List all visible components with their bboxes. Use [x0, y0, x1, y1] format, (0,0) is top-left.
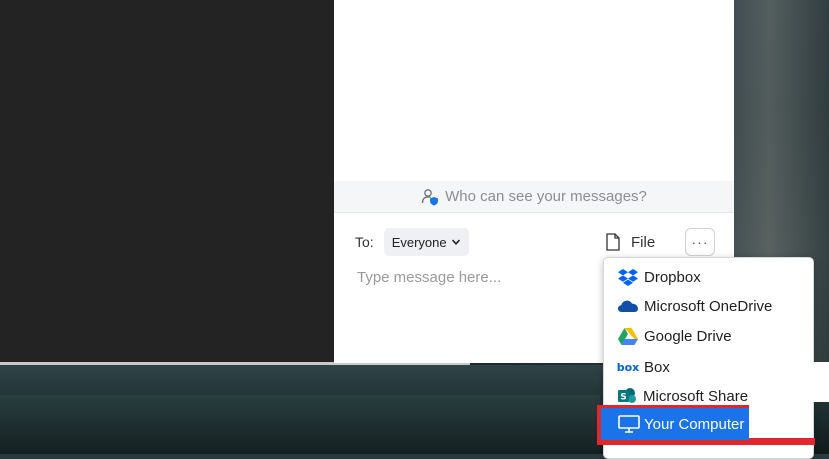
svg-text:S: S [620, 393, 626, 403]
user-shield-icon [421, 188, 439, 205]
more-options-button[interactable]: ··· [685, 228, 715, 256]
menu-item-your-computer[interactable]: Your Computer [601, 408, 749, 440]
menu-item-label: Microsoft Share [643, 387, 749, 405]
more-options-icon: ··· [691, 234, 709, 250]
menu-item-dropbox[interactable]: Dropbox [604, 263, 813, 291]
google-drive-icon [618, 327, 638, 345]
computer-icon [618, 415, 640, 433]
video-area [0, 0, 334, 362]
dropbox-icon [618, 268, 638, 286]
menu-item-google-drive[interactable]: Google Drive [604, 322, 813, 350]
menu-item-label: Your Computer [644, 415, 745, 433]
landscape-forest [0, 395, 600, 454]
to-label: To: [355, 234, 374, 250]
privacy-notice[interactable]: Who can see your messages? [334, 181, 734, 213]
file-icon [606, 233, 620, 251]
menu-item-label: Google Drive [644, 327, 732, 345]
menu-item-label: Microsoft OneDrive [644, 297, 773, 315]
menu-item-label: Box [644, 358, 670, 376]
onedrive-icon [618, 297, 638, 315]
file-button[interactable]: File [605, 230, 655, 254]
recipient-row: To: Everyone [355, 228, 715, 256]
menu-item-onedrive[interactable]: Microsoft OneDrive [604, 292, 813, 320]
recipient-dropdown[interactable]: Everyone [383, 228, 469, 256]
sharepoint-icon: S [617, 387, 637, 405]
menu-item-label: Dropbox [644, 268, 701, 286]
privacy-text: Who can see your messages? [445, 188, 647, 205]
message-input[interactable] [355, 264, 599, 290]
box-icon: box [616, 360, 640, 374]
recipient-value: Everyone [391, 234, 447, 250]
chevron-down-icon [451, 239, 460, 245]
file-label: File [631, 233, 656, 251]
